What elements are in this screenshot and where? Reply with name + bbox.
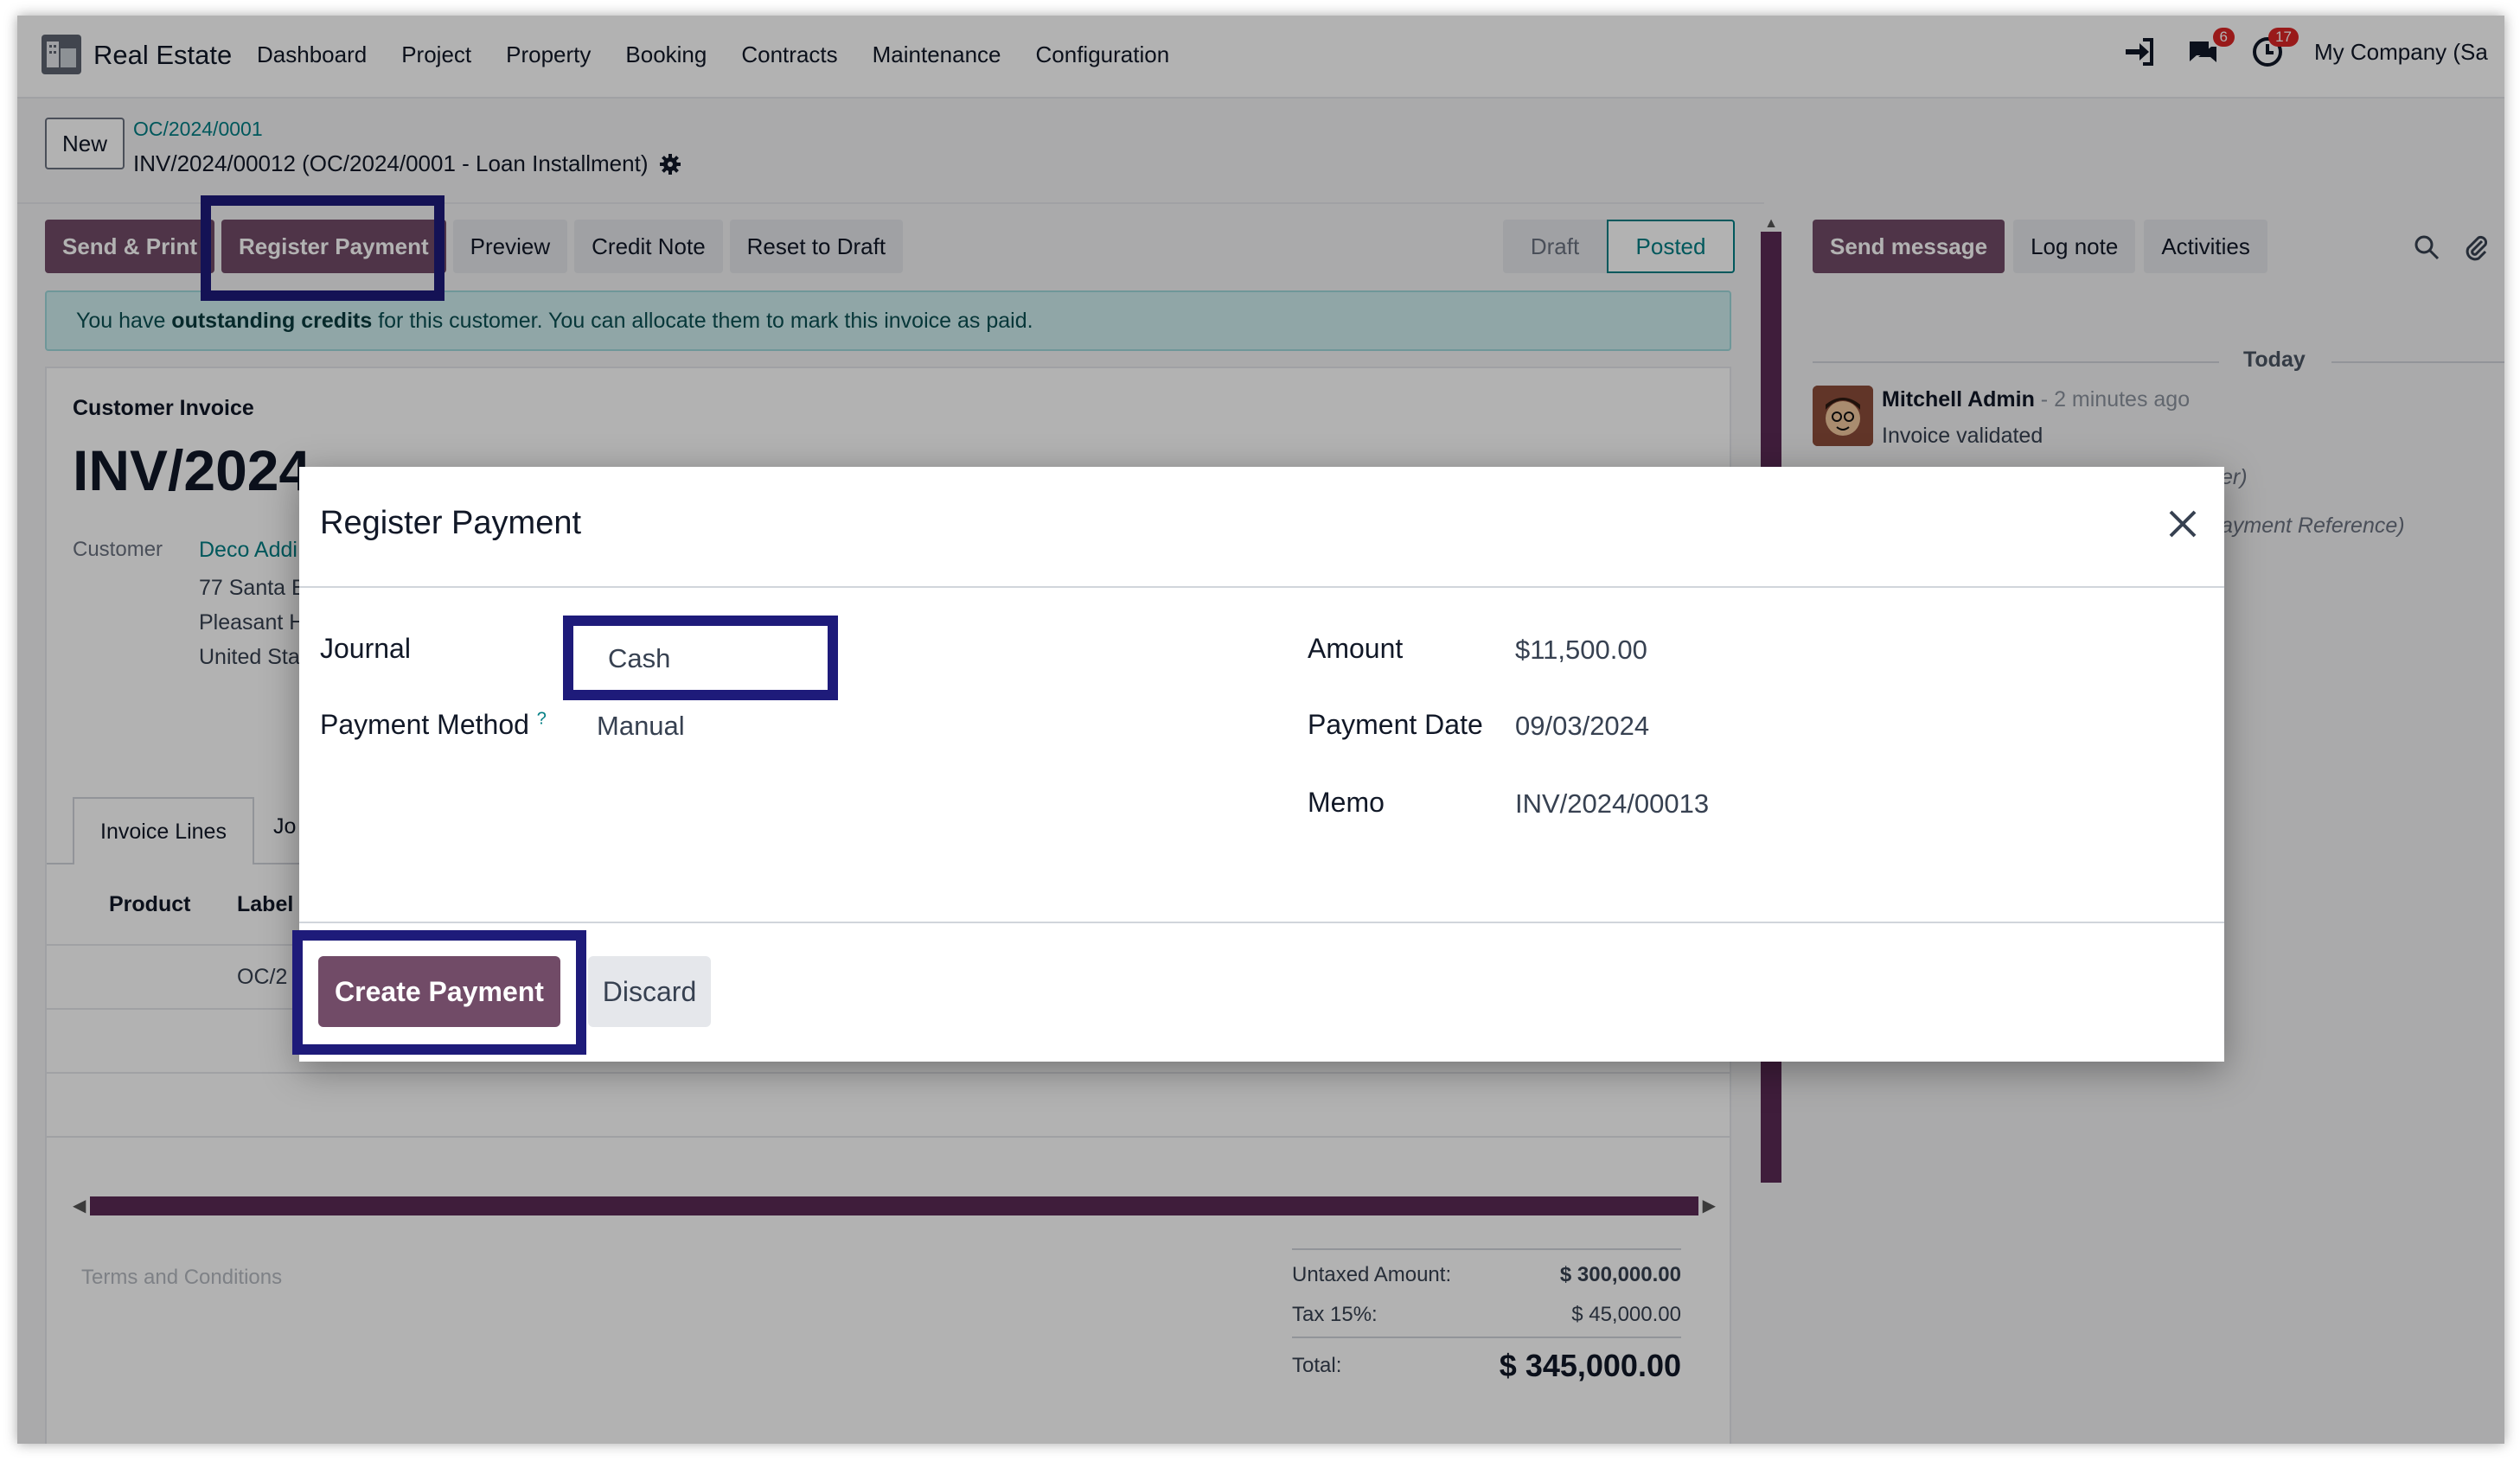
dialog-title: Register Payment	[320, 505, 582, 541]
journal-value[interactable]: Cash	[608, 643, 670, 674]
payment-date-field[interactable]: 09/03/2024	[1515, 711, 1649, 742]
amount-field[interactable]: $11,500.00	[1515, 635, 1647, 666]
help-icon[interactable]: ?	[537, 709, 547, 728]
amount-label: Amount	[1308, 633, 1404, 664]
payment-method-value[interactable]: Manual	[597, 711, 685, 742]
journal-label: Journal	[320, 633, 411, 664]
dialog-footer-divider	[299, 922, 2224, 923]
dialog-header: Register Payment	[299, 467, 2224, 588]
memo-label: Memo	[1308, 787, 1385, 818]
register-payment-dialog: Register Payment Journal Cash Payment Me…	[292, 467, 2224, 1062]
journal-field[interactable]: Cash	[563, 616, 838, 700]
memo-field[interactable]: INV/2024/00013	[1515, 788, 1709, 820]
discard-button[interactable]: Discard	[588, 956, 711, 1027]
create-payment-button[interactable]: Create Payment	[318, 956, 560, 1027]
app-window: Real Estate Dashboard Project Property B…	[17, 16, 2504, 1444]
payment-date-label: Payment Date	[1308, 709, 1483, 740]
payment-method-label: Payment Method ?	[320, 709, 547, 740]
close-icon[interactable]	[2162, 503, 2203, 545]
